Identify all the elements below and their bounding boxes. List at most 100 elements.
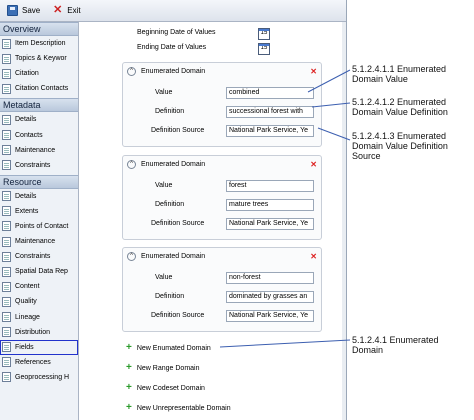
sidebar-item-label: Constraints [15, 161, 51, 169]
sidebar-item-points-of-contact[interactable]: Points of Contact [0, 219, 78, 234]
delete-x-icon[interactable]: ✕ [310, 252, 317, 261]
delete-x-icon[interactable]: ✕ [310, 160, 317, 169]
ending-date-label: Ending Date of Values [137, 44, 207, 51]
sidebar-item-label: Spatial Data Rep [15, 268, 68, 276]
panel-header: ^ Enumerated Domain [127, 67, 205, 76]
definition-field[interactable]: dominated by grasses an [226, 291, 314, 303]
document-icon [2, 296, 11, 307]
sidebar-item-label: Points of Contact [15, 222, 69, 230]
value-label: Value [155, 182, 173, 189]
document-icon [2, 206, 11, 217]
definition-field[interactable]: mature trees [226, 199, 314, 211]
sidebar-item-distribution[interactable]: Distribution [0, 325, 78, 340]
chevron-up-icon[interactable]: ^ [127, 67, 136, 76]
scrollbar[interactable] [342, 22, 346, 420]
chevron-up-icon[interactable]: ^ [127, 252, 136, 261]
new-link-label: New Codeset Domain [136, 384, 205, 392]
value-field[interactable]: forest [226, 180, 314, 192]
annotation-line: Domain Value [352, 74, 408, 84]
calendar-icon[interactable]: 15 [258, 43, 270, 55]
annotation-line: 5.1.2.4.1.1 Enumerated [352, 64, 447, 74]
annotation-line: Domain Value Definition [352, 141, 448, 151]
sidebar-item-label: Extents [15, 207, 39, 215]
sidebar-item-topics-keywor[interactable]: Topics & Keywor [0, 51, 78, 66]
sidebar-item-label: Quality [15, 298, 37, 306]
document-icon [2, 160, 11, 171]
save-button[interactable]: Save [3, 3, 44, 19]
sidebar-item-constraints[interactable]: Constraints [0, 249, 78, 264]
sidebar-item-maintenance[interactable]: Maintenance [0, 143, 78, 158]
definition-label: Definition [155, 201, 185, 208]
sidebar-item-label: References [15, 358, 51, 366]
calendar-icon[interactable]: 15 [258, 28, 270, 40]
new-link-label: New Enumated Domain [136, 344, 211, 352]
sidebar-item-item-description[interactable]: Item Description [0, 36, 78, 51]
exit-button[interactable]: ✕ Exit [48, 3, 84, 19]
definition-source-label: Definition Source [151, 220, 205, 227]
toolbar: Save ✕ Exit [0, 0, 346, 22]
sidebar-item-content[interactable]: Content [0, 279, 78, 294]
definition-source-field[interactable]: National Park Service, Ye [226, 310, 314, 322]
panel-header: ^ Enumerated Domain [127, 252, 205, 261]
document-icon [2, 342, 11, 353]
sidebar-item-label: Geoprocessing H [15, 373, 70, 381]
sidebar-item-constraints[interactable]: Constraints [0, 158, 78, 173]
sidebar-item-spatial-data-rep[interactable]: Spatial Data Rep [0, 264, 78, 279]
annotation-enumerated-domain-source: 5.1.2.4.1.3 Enumerated Domain Value Defi… [352, 131, 448, 161]
sidebar-item-citation-contacts[interactable]: Citation Contacts [0, 81, 78, 96]
new-link-label: New Unrepresentable Domain [136, 404, 231, 412]
sidebar-item-label: Contacts [15, 131, 43, 139]
sidebar-item-label: Content [15, 283, 40, 291]
document-icon [2, 53, 11, 64]
new-codeset-domain-link[interactable]: + New Codeset Domain [126, 382, 205, 393]
chevron-up-icon[interactable]: ^ [127, 160, 136, 169]
sidebar-item-details[interactable]: Details [0, 189, 78, 204]
new-enumerated-domain-link[interactable]: + New Enumated Domain [126, 343, 211, 353]
plus-icon: + [126, 362, 132, 373]
definition-source-field[interactable]: National Park Service, Ye [226, 218, 314, 230]
value-field[interactable]: non-forest [226, 272, 314, 284]
annotation-line: Domain Value Definition [352, 107, 448, 117]
sidebar-item-maintenance[interactable]: Maintenance [0, 234, 78, 249]
save-icon [7, 5, 18, 16]
panel-title: Enumerated Domain [141, 253, 206, 260]
plus-icon: + [126, 382, 132, 393]
sidebar-item-label: Topics & Keywor [15, 55, 67, 63]
document-icon [2, 372, 11, 383]
save-label: Save [22, 6, 41, 15]
section-resource: Resource [0, 174, 78, 189]
annotation-line: 5.1.2.4.1 Enumerated [352, 335, 439, 345]
sidebar-item-label: Fields [15, 343, 34, 351]
new-unrepresentable-domain-link[interactable]: + New Unrepresentable Domain [126, 403, 231, 413]
definition-source-field[interactable]: National Park Service, Ye [226, 125, 314, 137]
delete-x-icon[interactable]: ✕ [310, 67, 317, 76]
definition-source-label: Definition Source [151, 127, 205, 134]
value-field[interactable]: combined [226, 87, 314, 99]
section-overview: Overview [0, 22, 78, 36]
close-icon: ✕ [53, 4, 63, 16]
definition-source-label: Definition Source [151, 312, 205, 319]
sidebar-item-details[interactable]: Details [0, 112, 78, 127]
sidebar-item-fields[interactable]: Fields [0, 339, 78, 355]
sidebar-item-extents[interactable]: Extents [0, 204, 78, 219]
document-icon [2, 266, 11, 277]
document-icon [2, 145, 11, 156]
definition-label: Definition [155, 108, 185, 115]
sidebar-item-contacts[interactable]: Contacts [0, 127, 78, 142]
definition-field[interactable]: successional forest with [226, 106, 314, 118]
sidebar-item-label: Citation [15, 70, 39, 78]
document-icon [2, 327, 11, 338]
document-icon [2, 114, 11, 125]
new-range-domain-link[interactable]: + New Range Domain [126, 362, 200, 373]
sidebar: Overview Item Description Topics & Keywor… [0, 22, 79, 420]
sidebar-item-label: Lineage [15, 313, 40, 321]
sidebar-item-quality[interactable]: Quality [0, 294, 78, 309]
sidebar-item-geoprocessing-h[interactable]: Geoprocessing H [0, 370, 78, 385]
sidebar-item-lineage[interactable]: Lineage [0, 310, 78, 325]
sidebar-item-references[interactable]: References [0, 355, 78, 370]
sidebar-item-label: Distribution [15, 328, 51, 336]
panel-title: Enumerated Domain [141, 68, 206, 75]
sidebar-item-label: Details [15, 116, 37, 124]
sidebar-item-label: Details [15, 192, 37, 200]
sidebar-item-citation[interactable]: Citation [0, 66, 78, 81]
